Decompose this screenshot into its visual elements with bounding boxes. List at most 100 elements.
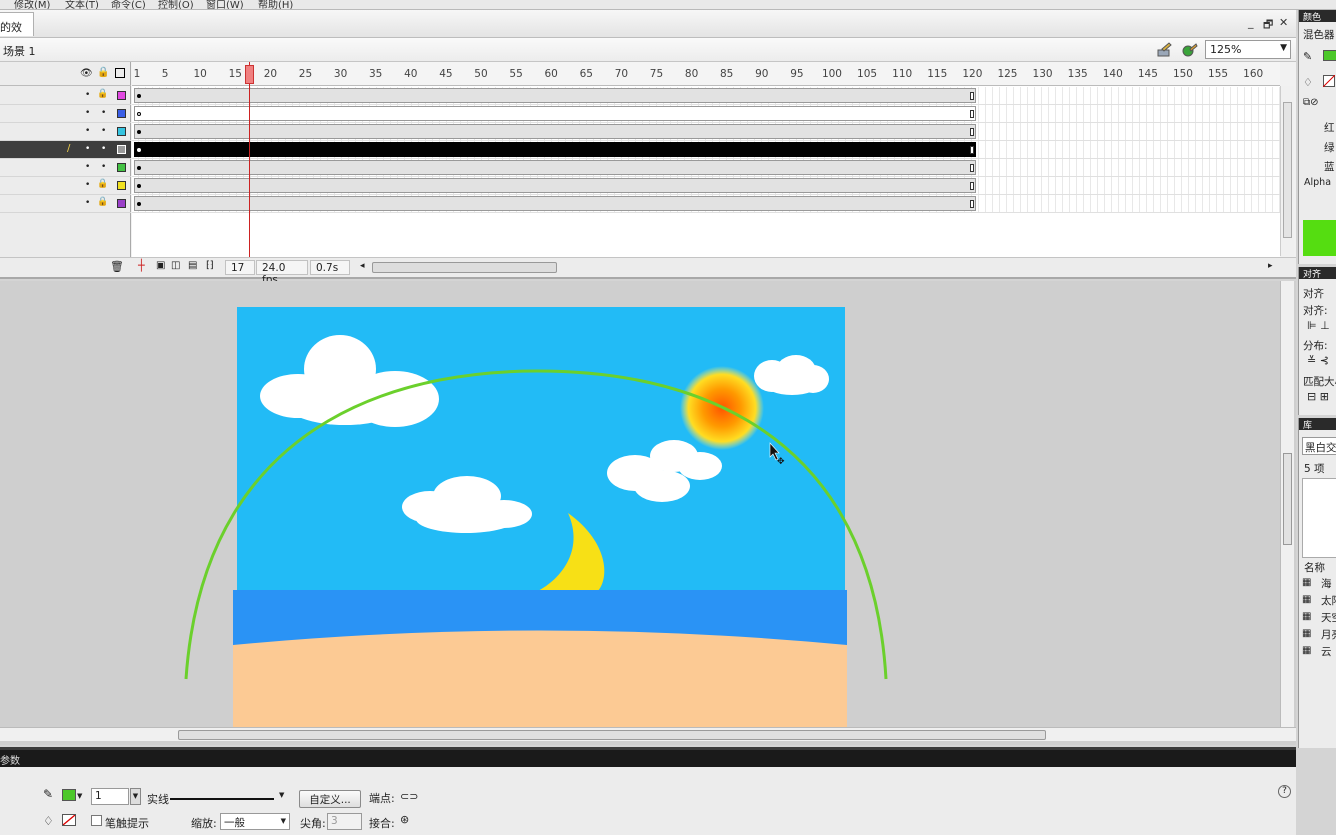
scale-select[interactable]: 一般 ▼ (220, 813, 290, 830)
frame-row[interactable] (132, 105, 1280, 123)
edit-multiple-icon[interactable]: ▤ (188, 260, 197, 271)
cap-style-icon[interactable]: ⊂⊃ (400, 790, 418, 803)
layer-color-swatch[interactable] (117, 163, 126, 172)
sand[interactable] (233, 630, 847, 728)
stroke-color-swatch[interactable] (62, 789, 76, 801)
menu-window[interactable]: 窗口(W) (206, 0, 244, 9)
frame-rate[interactable]: 24.0 fps (256, 260, 308, 286)
tween-span[interactable] (134, 88, 976, 103)
lock-dot[interactable]: • (101, 126, 106, 136)
scroll-right-icon[interactable]: ▸ (1268, 261, 1273, 271)
keyframe[interactable] (137, 184, 141, 188)
lock-dot[interactable]: • (101, 162, 106, 172)
list-item[interactable]: ▦ 月亮 (1302, 626, 1336, 644)
stroke-swatch[interactable] (1323, 50, 1336, 61)
end-frame[interactable] (970, 146, 974, 154)
lock-icon[interactable]: 🔒 (97, 89, 108, 99)
layer-color-swatch[interactable] (117, 145, 126, 154)
menu-control[interactable]: 控制(O) (158, 0, 194, 9)
align-header[interactable]: 对齐 (1299, 267, 1336, 280)
empty-keyframe[interactable] (137, 112, 141, 116)
visible-dot[interactable]: • (85, 90, 90, 100)
frame-row-selected[interactable] (132, 141, 1280, 159)
join-style-icon[interactable]: ⊛ (400, 813, 409, 826)
scroll-thumb[interactable] (1283, 102, 1292, 238)
layer-color-swatch[interactable] (117, 91, 126, 100)
visible-dot[interactable]: • (85, 162, 90, 172)
stroke-hint-checkbox[interactable] (91, 815, 102, 826)
stage-canvas[interactable]: ✥ (0, 281, 1280, 727)
end-frame[interactable] (970, 110, 974, 118)
eye-icon[interactable]: 👁 (80, 68, 93, 79)
layer-color-swatch[interactable] (117, 127, 126, 136)
center-frame-icon[interactable]: ┼ (138, 259, 145, 272)
layer-row-selected[interactable]: / • • (0, 141, 131, 159)
library-header[interactable]: 库 (1299, 418, 1336, 431)
visible-dot[interactable]: • (85, 126, 90, 136)
end-frame[interactable] (970, 92, 974, 100)
lock-icon[interactable]: 🔒 (97, 179, 108, 189)
minimize-icon[interactable]: _ (1248, 16, 1254, 29)
layer-color-swatch[interactable] (117, 199, 126, 208)
frame-row[interactable] (132, 195, 1280, 213)
layer-row[interactable]: • • (0, 105, 131, 123)
keyframe[interactable] (137, 148, 141, 152)
timeline-scrollbar[interactable] (1280, 86, 1294, 256)
visible-dot[interactable]: • (85, 108, 90, 118)
end-frame[interactable] (970, 182, 974, 190)
chevron-down-icon[interactable]: ▼ (130, 788, 141, 805)
end-frame[interactable] (970, 128, 974, 136)
scroll-thumb[interactable] (1283, 453, 1292, 545)
list-item[interactable]: ▦ 太阳 (1302, 592, 1336, 610)
menu-help[interactable]: 帮助(H) (258, 0, 293, 9)
outline-icon[interactable] (115, 68, 125, 78)
menu-modify[interactable]: 修改(M) (14, 0, 50, 9)
tween-span[interactable] (134, 196, 976, 211)
match-size-icon[interactable]: ⊟ ⊞ (1307, 390, 1329, 403)
frame-row[interactable] (132, 177, 1280, 195)
lock-dot[interactable]: • (101, 144, 106, 154)
list-item[interactable]: ▦ 海 (1302, 575, 1336, 593)
no-fill-icon[interactable] (1323, 75, 1335, 87)
onion-markers-icon[interactable]: ⁅⁆ (206, 260, 214, 271)
fill-color-swatch[interactable] (62, 814, 76, 826)
layer-row[interactable]: • 🔒 (0, 195, 131, 213)
edit-scene-icon[interactable] (1156, 41, 1174, 59)
miter-input[interactable]: 3 (327, 813, 362, 830)
layer-row[interactable]: • • (0, 159, 131, 177)
edit-symbol-icon[interactable] (1181, 41, 1199, 59)
help-icon[interactable]: ? (1278, 785, 1291, 798)
keyframe[interactable] (137, 94, 141, 98)
layer-color-swatch[interactable] (117, 109, 126, 118)
onion-skin-icon[interactable]: ▣ (156, 260, 165, 271)
frame-ruler[interactable]: 1 5 10 15 20 25 30 35 40 45 50 55 60 65 70 75 80 85 90 95 10… (132, 62, 1280, 86)
name-column-header[interactable]: 名称 (1304, 560, 1325, 575)
list-item[interactable]: ▦ 天空 (1302, 609, 1336, 627)
end-frame[interactable] (970, 164, 974, 172)
swap-colors-icon[interactable]: ⧉⊘ (1303, 97, 1319, 108)
keyframe[interactable] (137, 130, 141, 134)
chevron-down-icon[interactable]: ▼ (279, 791, 284, 799)
menu-commands[interactable]: 命令(C) (111, 0, 146, 9)
frame-row[interactable] (132, 159, 1280, 177)
layer-color-swatch[interactable] (117, 181, 126, 190)
tween-span[interactable] (134, 160, 976, 175)
stroke-height-input[interactable]: 1 (91, 788, 129, 805)
color-mixer-tab[interactable]: 混色器 (1303, 27, 1335, 42)
align-tab[interactable]: 对齐 (1303, 286, 1324, 301)
tween-span[interactable] (134, 178, 976, 193)
keyframe[interactable] (137, 166, 141, 170)
playhead-handle[interactable] (245, 65, 254, 84)
distribute-icon[interactable]: ≚ ⊰ (1307, 354, 1329, 367)
frame-row[interactable] (132, 87, 1280, 105)
visible-dot[interactable]: • (85, 198, 90, 208)
visible-dot[interactable]: • (85, 180, 90, 190)
pencil-icon[interactable]: ✎ (1303, 50, 1312, 63)
scene-label[interactable]: 场景 1 (3, 43, 36, 59)
frame-grid[interactable]: 1 5 10 15 20 25 30 35 40 45 50 55 60 65 70 75 80 85 90 95 10… (132, 62, 1280, 257)
restore-icon[interactable]: 🗗 (1263, 16, 1273, 35)
stage-area[interactable]: ✥ (0, 281, 1296, 745)
keyframe[interactable] (137, 202, 141, 206)
lock-dot[interactable]: • (101, 108, 106, 118)
list-item[interactable]: ▦ 云 (1302, 643, 1336, 661)
